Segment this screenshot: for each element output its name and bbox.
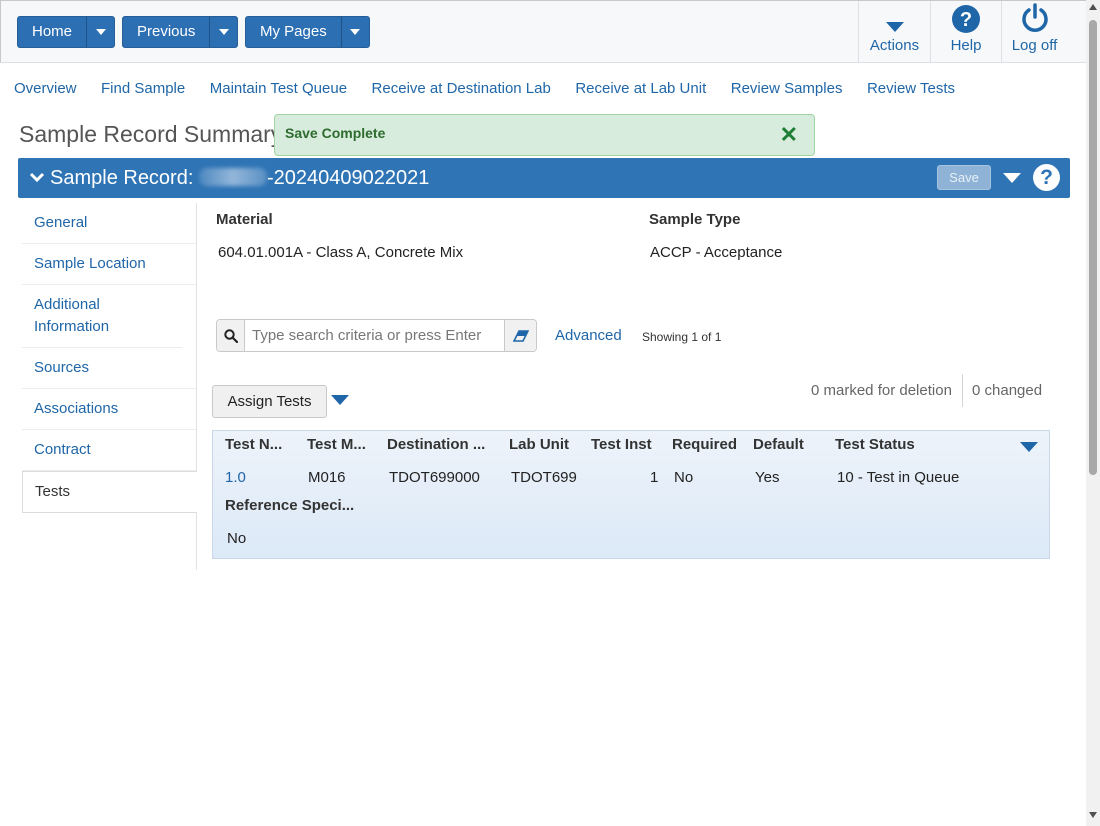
col-header-reference-spec[interactable]: Reference Speci... (225, 497, 354, 514)
actions-label: Actions (869, 37, 920, 54)
record-help-icon[interactable]: ? (1033, 164, 1060, 191)
cell-test-no-link[interactable]: 1.0 (225, 469, 246, 486)
eraser-icon[interactable] (504, 320, 536, 351)
redacted-id (198, 168, 267, 186)
previous-split-button: Previous (122, 16, 239, 48)
logoff-button[interactable]: Log off (1001, 1, 1067, 63)
nav-link-receive-lab-unit[interactable]: Receive at Lab Unit (575, 80, 706, 100)
col-header-test-method[interactable]: Test M... (307, 436, 366, 453)
previous-button[interactable]: Previous (123, 17, 211, 47)
home-button[interactable]: Home (18, 17, 88, 47)
cell-test-method: M016 (308, 469, 346, 486)
actions-button[interactable]: Actions (858, 1, 930, 63)
col-header-default[interactable]: Default (753, 436, 804, 453)
my-pages-split-button: My Pages (245, 16, 370, 48)
page-title: Sample Record Summary (19, 121, 283, 147)
chevron-down-icon (350, 29, 361, 35)
chevron-down-icon (95, 29, 106, 35)
cell-reference-spec: No (227, 530, 247, 547)
assign-tests-button[interactable]: Assign Tests (212, 385, 327, 418)
search-input[interactable] (245, 320, 504, 351)
save-button[interactable]: Save (937, 165, 991, 190)
svg-text:?: ? (960, 9, 972, 31)
previous-dropdown-button[interactable] (210, 17, 237, 47)
nav-link-receive-destination-lab[interactable]: Receive at Destination Lab (372, 80, 551, 100)
cell-required: No (674, 469, 694, 486)
my-pages-button[interactable]: My Pages (246, 17, 342, 47)
col-header-destination[interactable]: Destination ... (387, 436, 485, 453)
sidenav-item-contract[interactable]: Contract (22, 430, 196, 471)
cell-lab-unit: TDOT699 (511, 469, 577, 486)
question-circle-icon: ? (952, 1, 980, 33)
col-header-required[interactable]: Required (672, 436, 737, 453)
search-icon[interactable] (217, 320, 245, 351)
changed-count: 0 changed (972, 382, 1043, 399)
sidenav-item-general[interactable]: General (22, 203, 196, 244)
collapse-chevron-icon[interactable] (29, 169, 45, 189)
nav-link-maintain-test-queue[interactable]: Maintain Test Queue (210, 80, 347, 100)
home-dropdown-button[interactable] (87, 17, 114, 47)
my-pages-dropdown-button[interactable] (342, 17, 369, 47)
home-split-button: Home (17, 16, 116, 48)
page-scrollbar[interactable] (1086, 0, 1100, 826)
cell-test-inst: 1 (650, 469, 659, 486)
scroll-down-icon[interactable] (1089, 812, 1097, 818)
sample-record-header: Sample Record: -20240409022021 Save ? (18, 158, 1070, 198)
sample-record-label: Sample Record: (50, 167, 194, 189)
sidenav-item-associations[interactable]: Associations (22, 389, 196, 430)
nav-link-review-samples[interactable]: Review Samples (731, 80, 843, 100)
material-value: 604.01.001A - Class A, Concrete Mix (218, 244, 464, 261)
help-button[interactable]: ? Help (930, 1, 1001, 63)
assign-tests-dropdown-icon[interactable] (331, 395, 349, 405)
nav-link-review-tests[interactable]: Review Tests (867, 80, 955, 100)
sidenav-item-sample-location[interactable]: Sample Location (22, 244, 196, 285)
toast-message: Save Complete (285, 125, 386, 141)
record-menu-dropdown-icon[interactable] (1003, 173, 1021, 183)
top-toolbar: Home Previous My Pages Actions ? Help Lo… (0, 0, 1086, 63)
nav-links: Overview Find Sample Maintain Test Queue… (14, 80, 980, 100)
sidenav-item-additional-information[interactable]: Additional Information (22, 285, 182, 348)
sample-record-title: Sample Record: -20240409022021 (50, 167, 429, 190)
tests-grid: Test N... Test M... Destination ... Lab … (212, 430, 1050, 559)
close-icon[interactable]: ✕ (780, 124, 798, 146)
sidenav-item-sources[interactable]: Sources (22, 348, 196, 389)
scroll-up-icon[interactable] (1089, 4, 1097, 10)
logoff-label: Log off (1011, 37, 1058, 54)
save-complete-toast: Save Complete ✕ (274, 114, 815, 156)
col-header-test-inst[interactable]: Test Inst (591, 436, 652, 453)
nav-link-find-sample[interactable]: Find Sample (101, 80, 185, 100)
divider (962, 374, 963, 407)
sample-type-label: Sample Type (649, 211, 741, 228)
result-count: Showing 1 of 1 (642, 330, 722, 344)
nav-link-overview[interactable]: Overview (14, 80, 77, 100)
sample-record-id: -20240409022021 (266, 167, 430, 189)
search-box (216, 319, 537, 352)
sidenav-item-tests[interactable]: Tests (22, 471, 197, 513)
col-header-lab-unit[interactable]: Lab Unit (509, 436, 569, 453)
cell-default: Yes (755, 469, 780, 486)
help-label: Help (950, 37, 982, 54)
grid-options-dropdown-icon[interactable] (1020, 442, 1038, 452)
chevron-down-icon (218, 29, 229, 35)
cell-test-status: 10 - Test in Queue (837, 469, 960, 486)
advanced-search-link[interactable]: Advanced (555, 327, 622, 344)
marked-for-deletion-count: 0 marked for deletion (811, 382, 952, 399)
col-header-test-no[interactable]: Test N... (225, 436, 282, 453)
material-label: Material (216, 211, 273, 228)
sample-type-value: ACCP - Acceptance (650, 244, 783, 261)
scrollbar-thumb[interactable] (1089, 20, 1097, 475)
col-header-test-status[interactable]: Test Status (835, 436, 915, 453)
cell-destination: TDOT699000 (389, 469, 480, 486)
caret-down-icon (885, 1, 905, 33)
side-nav: General Sample Location Additional Infor… (22, 203, 197, 570)
power-icon (1020, 1, 1050, 33)
